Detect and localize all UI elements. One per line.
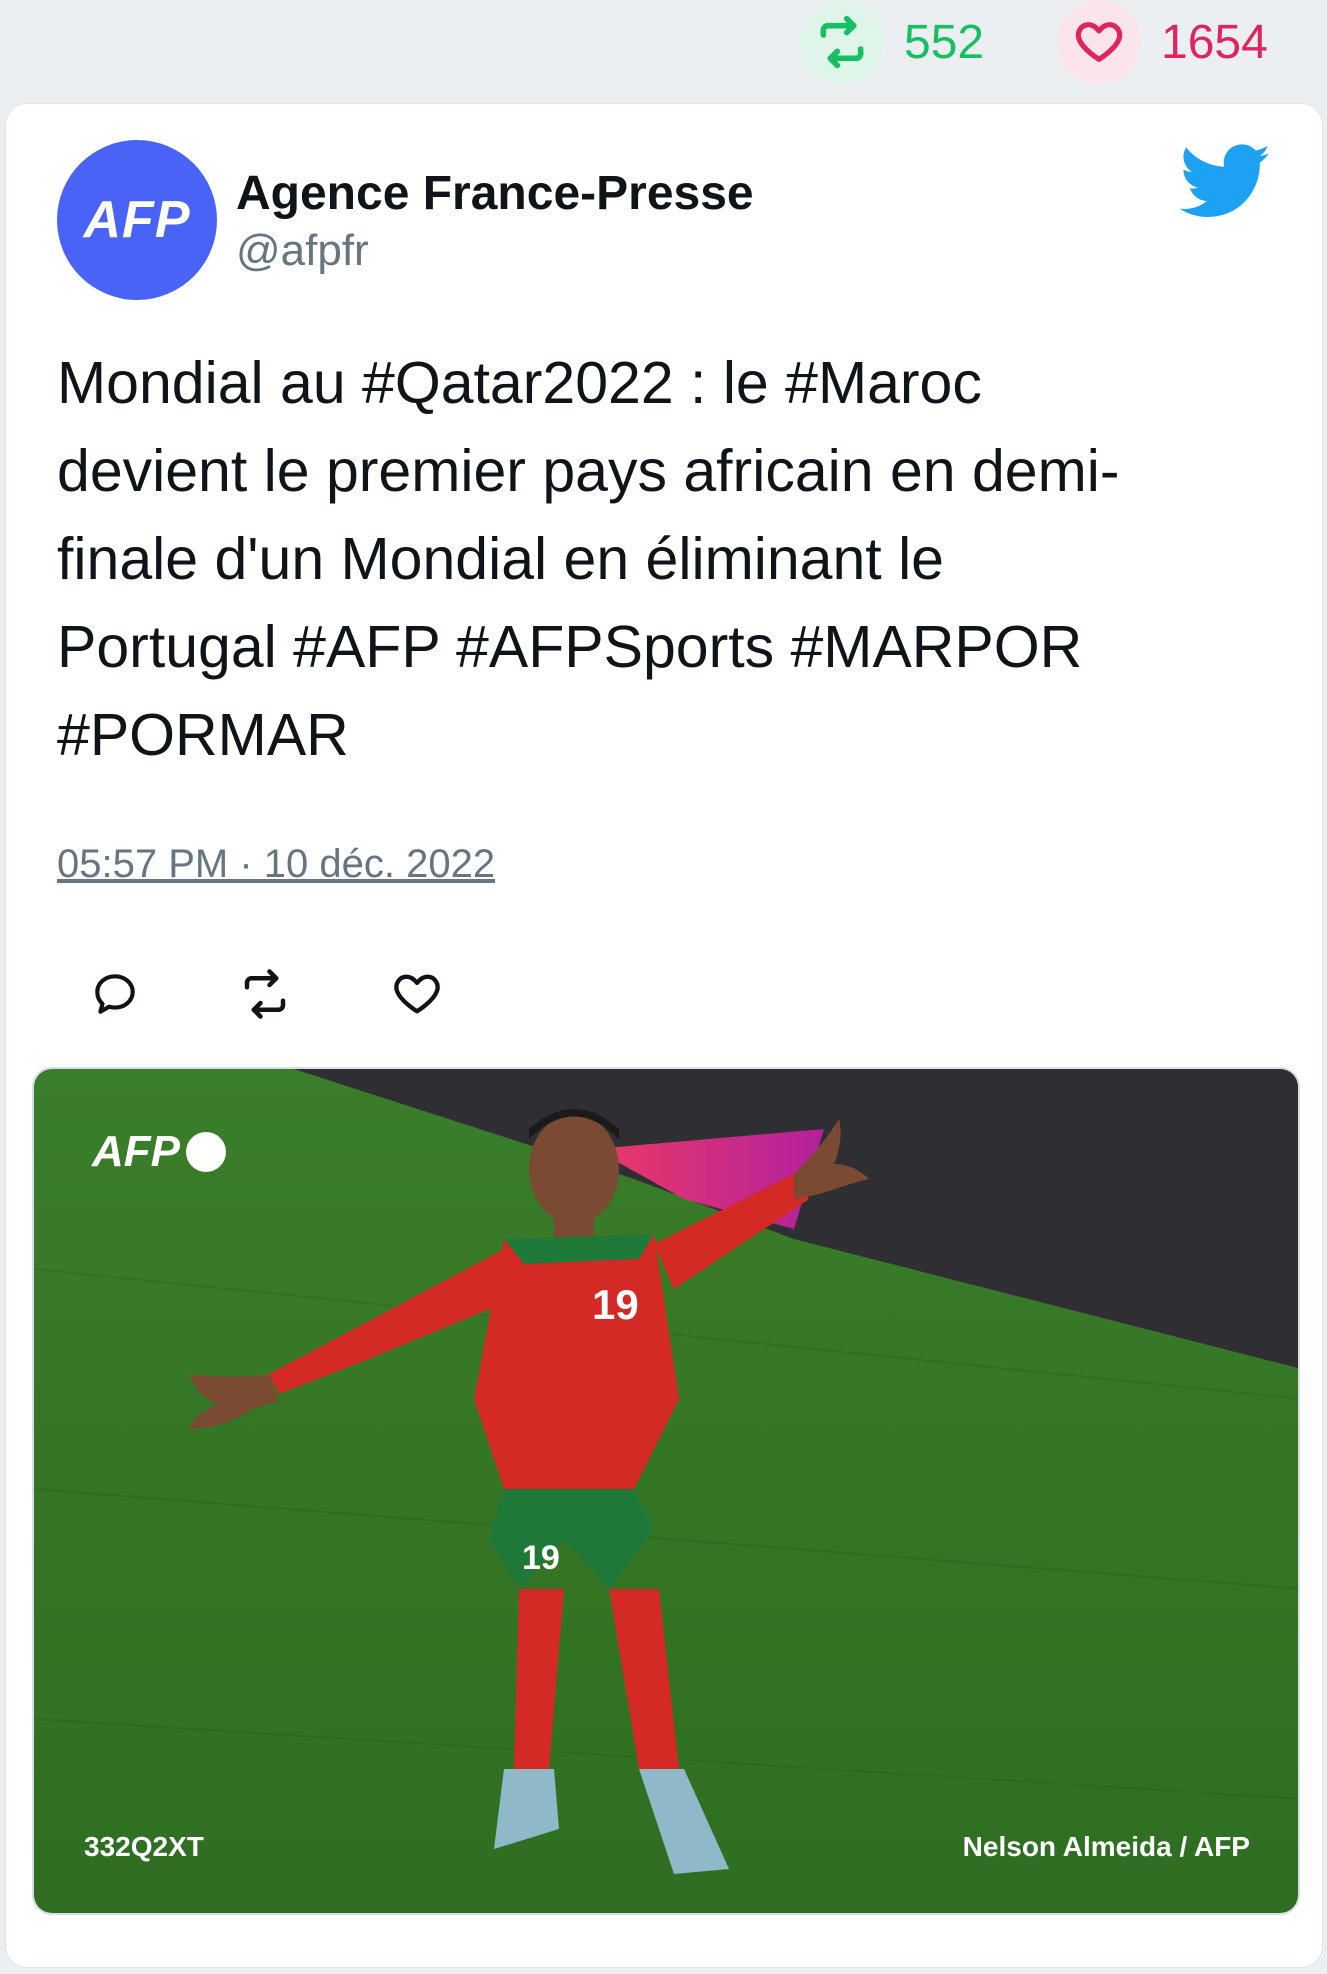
shorts-number: 19: [522, 1539, 560, 1577]
retweet-stat[interactable]: 552: [800, 0, 984, 84]
tweet-card: AFP Agence France-Presse @afpfr Mondial …: [5, 103, 1323, 1968]
author-handle[interactable]: @afpfr: [236, 226, 369, 276]
tweet-photo[interactable]: 19 19 AFP 332Q2XT Nelson Almeida / AFP: [32, 1067, 1300, 1915]
engagement-bar: 552 1654: [0, 0, 1327, 100]
retweet-count: 552: [904, 15, 985, 69]
jersey-number: 19: [592, 1281, 639, 1328]
like-stat[interactable]: 1654: [1057, 0, 1268, 84]
twitter-bird-icon[interactable]: [1179, 144, 1272, 225]
tweet-timestamp[interactable]: 05:57 PM · 10 déc. 2022: [57, 842, 495, 887]
reply-icon: [95, 974, 135, 1014]
like-count: 1654: [1161, 15, 1268, 69]
avatar[interactable]: AFP: [57, 140, 217, 300]
retweet-icon: [244, 969, 286, 1019]
photo-agency-logo: AFP: [92, 1127, 226, 1177]
heart-icon: [394, 974, 440, 1014]
heart-icon[interactable]: [1057, 0, 1141, 84]
photo-logo-text: AFP: [92, 1127, 180, 1176]
reply-button[interactable]: [75, 954, 155, 1034]
author-name[interactable]: Agence France-Presse: [236, 166, 754, 221]
photo-id: 332Q2XT: [84, 1831, 204, 1862]
logo-dot-icon: [186, 1132, 226, 1172]
photo-credit: Nelson Almeida / AFP: [962, 1831, 1250, 1862]
retweet-button[interactable]: [225, 954, 305, 1034]
like-button[interactable]: [377, 954, 457, 1034]
tweet-text: Mondial au #Qatar2022 : le #Maroc devien…: [57, 350, 1120, 768]
retweet-icon[interactable]: [800, 0, 884, 84]
